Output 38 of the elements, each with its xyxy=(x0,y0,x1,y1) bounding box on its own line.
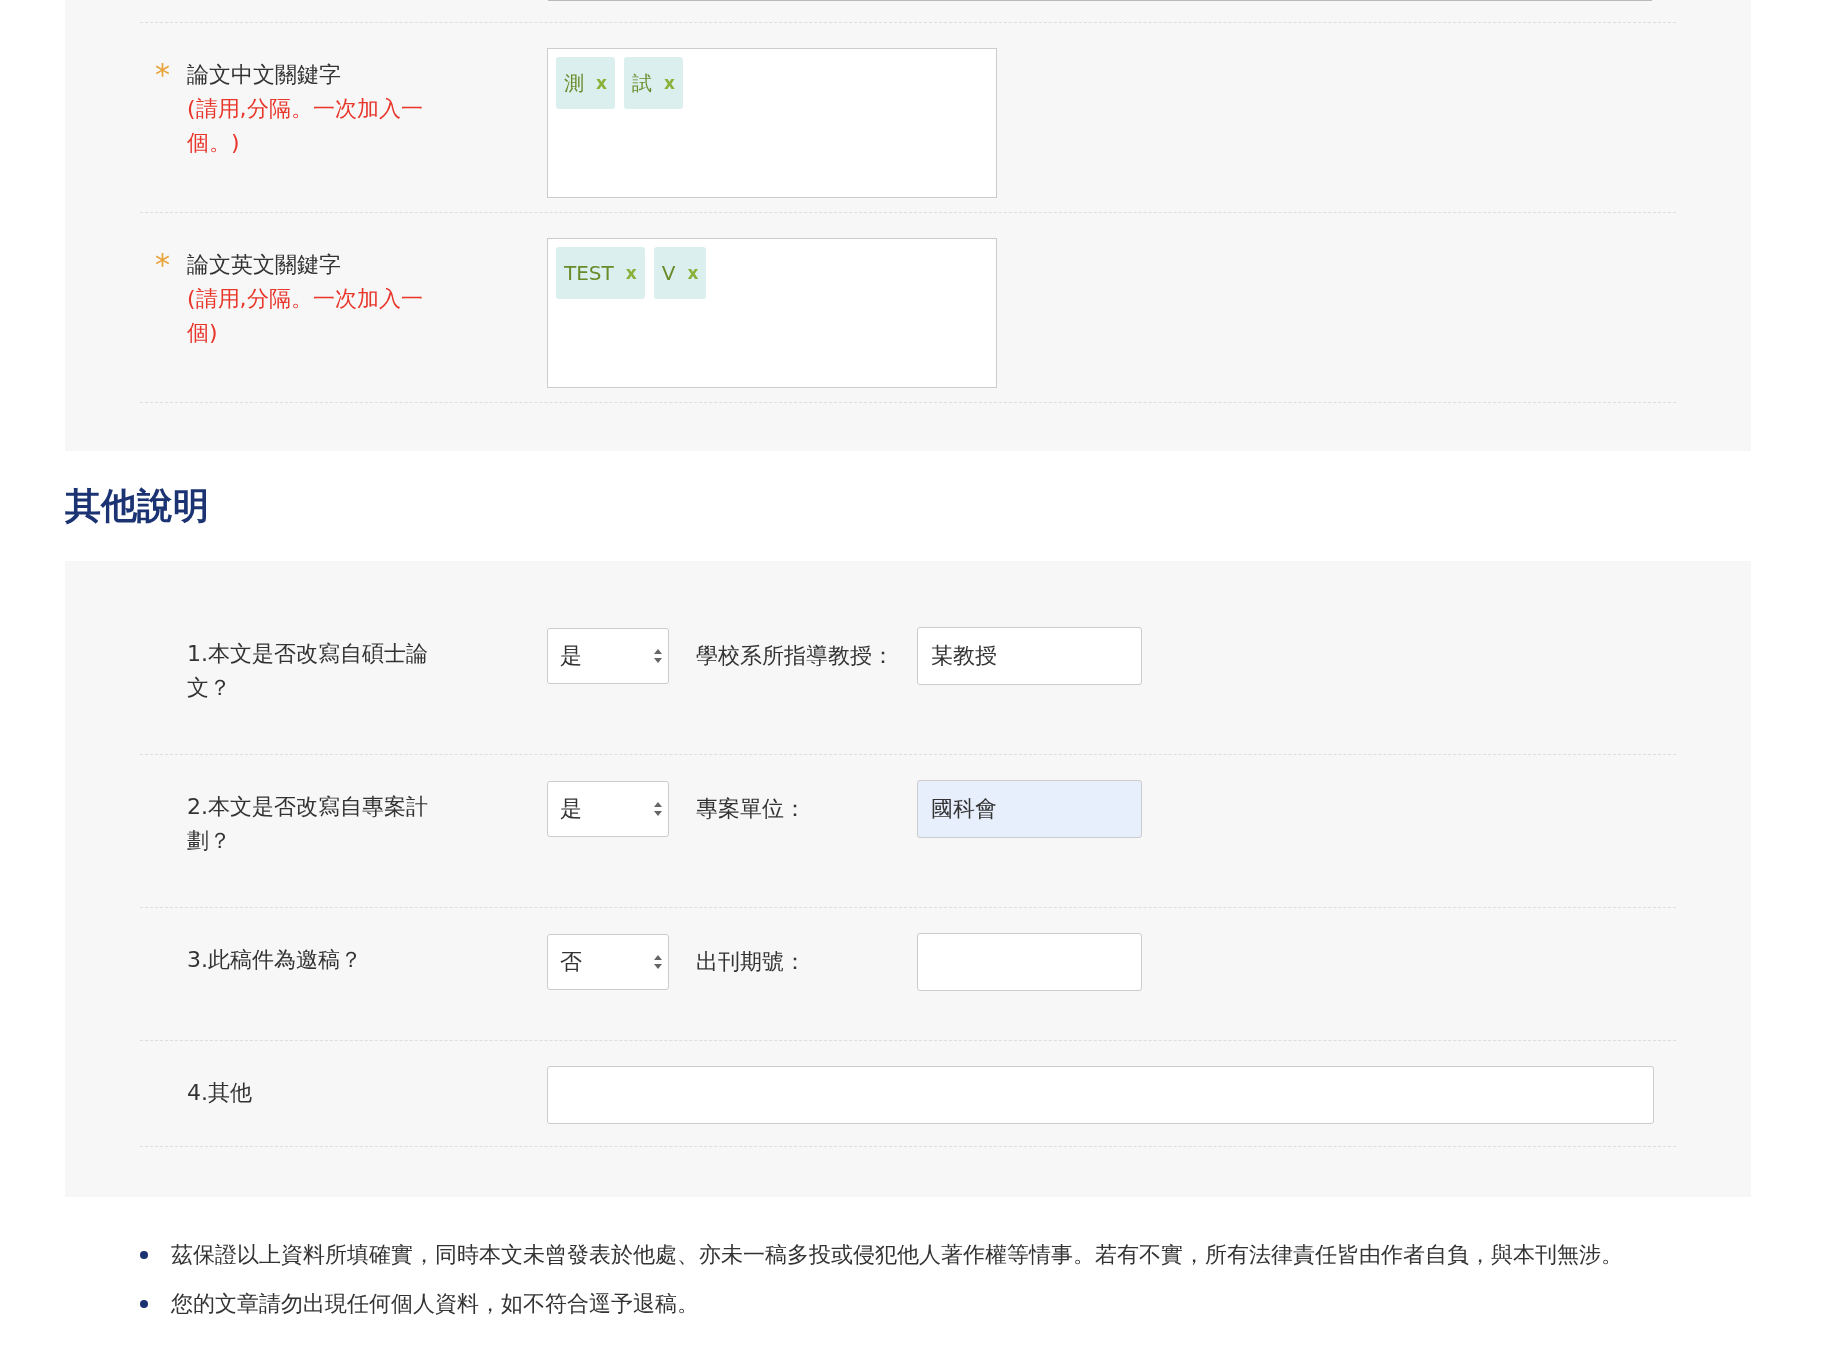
remove-tag-icon[interactable]: x xyxy=(596,73,607,93)
required-asterisk: * xyxy=(155,58,171,94)
field-label: 論文中文關鍵字 xyxy=(187,61,342,89)
up-down-arrows-icon xyxy=(654,955,662,969)
required-asterisk: * xyxy=(155,248,171,284)
note-text: 茲保證以上資料所填確實，同時本文未曾發表於他處、亦未一稿多投或侵犯他人著作權等情事。若有不實，所有法律責任皆由作者自負，與本刊無涉。 xyxy=(171,1241,1624,1269)
field-hint: (請用,分隔。一次加入一個) xyxy=(187,285,424,347)
section-heading: 其他說明 xyxy=(65,484,210,528)
tag-input-field[interactable]: 測 x 試 x xyxy=(547,48,997,198)
select-dropdown[interactable]: 是 xyxy=(547,628,669,684)
question-label: 2.本文是否改寫自專案計劃？ xyxy=(187,793,429,855)
input-field[interactable] xyxy=(917,933,1142,991)
field-label: 出刊期號： xyxy=(695,948,807,976)
question-label: 4.其他 xyxy=(187,1079,253,1107)
field-label: 學校系所指導教授： xyxy=(695,642,895,670)
field-hint: (請用,分隔。一次加入一個。) xyxy=(187,95,424,157)
bullet-icon xyxy=(140,1251,148,1259)
remove-tag-icon[interactable]: x xyxy=(625,263,637,283)
bullet-icon xyxy=(140,1300,148,1308)
input-field[interactable]: 某教授 xyxy=(917,627,1142,685)
question-label: 1.本文是否改寫自碩士論文？ xyxy=(187,640,429,702)
note-text: 您的文章請勿出現任何個人資料，如不符合逕予退稿。 xyxy=(171,1290,700,1318)
select-dropdown[interactable]: 否 xyxy=(547,934,669,990)
field-label: 論文英文關鍵字 xyxy=(187,251,342,279)
remove-tag-icon[interactable]: x xyxy=(687,263,699,283)
keyword-tag[interactable]: TEST x xyxy=(556,247,645,299)
field-label: 專案單位： xyxy=(695,795,807,823)
input-field[interactable] xyxy=(547,1066,1654,1124)
tag-input-field[interactable]: TEST x V x xyxy=(547,238,997,388)
question-label: 3.此稿件為邀稿？ xyxy=(187,946,363,974)
keyword-tag[interactable]: 試 x xyxy=(623,57,683,109)
up-down-arrows-icon xyxy=(654,649,662,663)
keyword-tag[interactable]: V x xyxy=(653,247,707,299)
remove-tag-icon[interactable]: x xyxy=(663,73,675,93)
up-down-arrows-icon xyxy=(654,802,662,816)
select-dropdown[interactable]: 是 xyxy=(547,781,669,837)
keyword-tag[interactable]: 測 x xyxy=(556,57,615,109)
input-field[interactable]: 國科會 xyxy=(917,780,1142,838)
